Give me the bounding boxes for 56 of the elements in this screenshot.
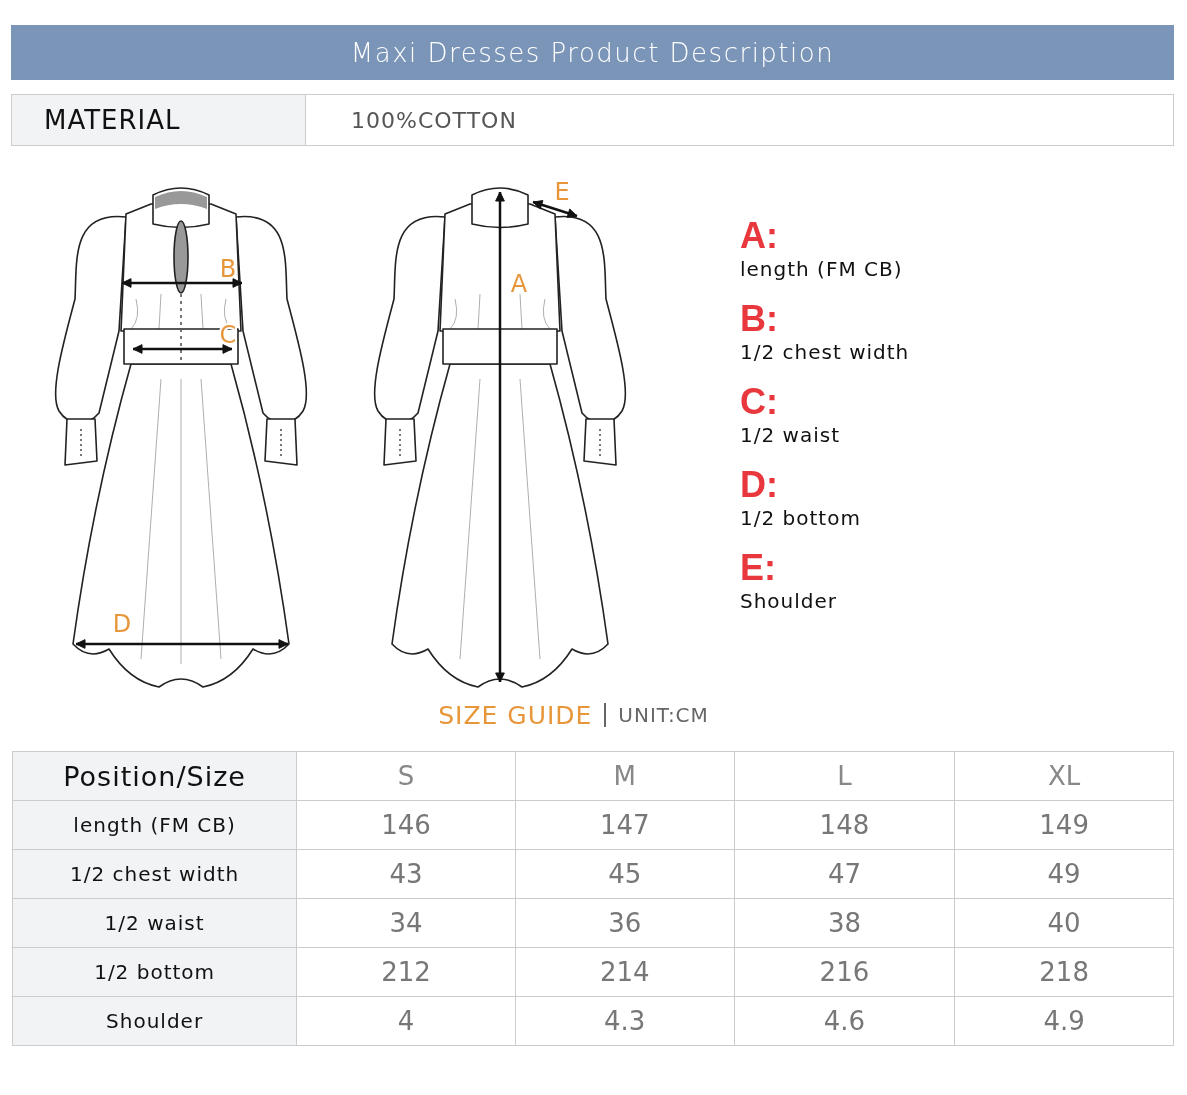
size-header: M [515,751,735,801]
material-value: 100%COTTON [350,106,518,135]
measurement-cell: 38 [734,898,955,948]
measurement-cell: 218 [954,947,1174,997]
size-guide-title: SIZE GUIDE [438,700,593,730]
sleeve-cuff-drawing [64,418,98,466]
measurement-cell: 34 [296,898,516,948]
measurement-cell: 147 [515,800,735,850]
position-size-header: Position/Size [12,751,297,801]
position-cell: 1/2 bottom [12,947,297,997]
legend-description: 1/2 bottom [740,505,862,531]
measurement-cell: 4.3 [515,996,735,1046]
measurement-cell: 4.9 [954,996,1174,1046]
measurement-cell: 43 [296,849,516,899]
measurement-cell: 149 [954,800,1174,850]
legend-letter: C: [740,382,779,422]
measurement-cell: 212 [296,947,516,997]
legend-letter: A: [740,216,779,256]
legend-letter: E: [740,548,777,588]
sleeve-cuff-drawing [383,418,417,466]
measurement-cell: 146 [296,800,516,850]
measurement-cell: 214 [515,947,735,997]
position-cell: 1/2 chest width [12,849,297,899]
size-header: L [734,751,955,801]
measurement-cell: 216 [734,947,955,997]
position-cell: length (FM CB) [12,800,297,850]
measurement-letter: E [554,178,570,206]
measurement-cell: 47 [734,849,955,899]
legend-description: length (FM CB) [740,256,904,282]
measurement-letter: C [219,321,237,349]
measurement-cell: 4.6 [734,996,955,1046]
measurement-letter: A [510,270,528,298]
legend-letter: B: [740,299,779,339]
title-banner: Maxi Dresses Product Description [11,25,1174,80]
sleeve-cuff-drawing [583,418,617,466]
legend-description: 1/2 chest width [740,339,910,365]
measurement-letter: D [112,610,132,638]
legend-description: Shoulder [740,588,839,614]
measurement-cell: 45 [515,849,735,899]
sleeve-cuff-drawing [264,418,298,466]
legend-description: 1/2 waist [740,422,841,448]
shoulder-arrow [532,200,578,218]
measurement-cell: 148 [734,800,955,850]
measurement-cell: 49 [954,849,1174,899]
measurement-cell: 40 [954,898,1174,948]
material-label: MATERIAL [12,95,306,145]
measurement-cell: 36 [515,898,735,948]
unit-label: UNIT:CM [618,703,709,727]
position-cell: Shoulder [12,996,297,1046]
collar-drawing [471,187,529,229]
legend-letter: D: [740,465,779,505]
size-header: XL [954,751,1174,801]
size-header: S [296,751,516,801]
measurement-cell: 4 [296,996,516,1046]
measurement-letter: B [219,255,237,283]
position-cell: 1/2 waist [12,898,297,948]
